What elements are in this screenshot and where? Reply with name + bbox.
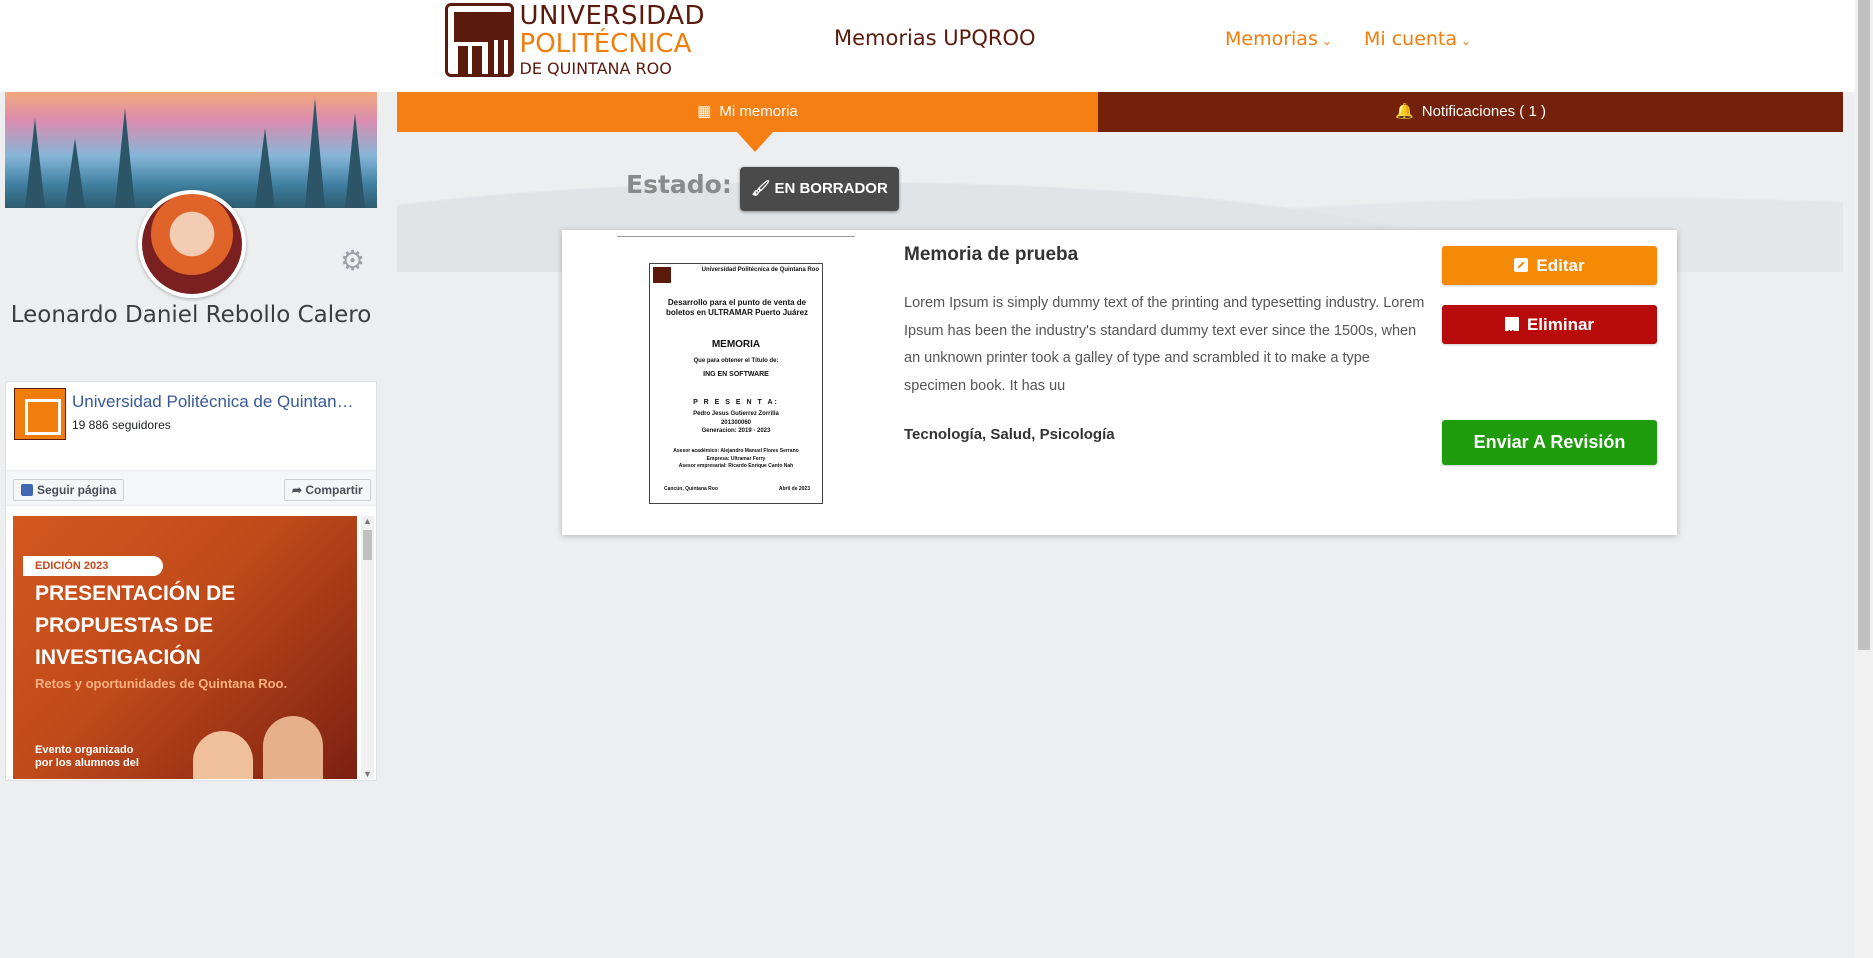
edit-button[interactable]: Editar: [1442, 246, 1657, 285]
avatar[interactable]: [138, 190, 246, 298]
chevron-down-icon: ⌄: [1461, 34, 1472, 48]
post-event-text: Evento organizado por los alumnos del: [35, 744, 139, 769]
document-author-block: Pedro Jesus Gutierrez Zorrilla 201300060…: [650, 410, 822, 436]
user-name: Leonardo Daniel Rebollo Calero: [10, 302, 372, 328]
chevron-down-icon: ⌄: [1321, 34, 1332, 48]
post-headline: PRESENTACIÓN DE PROPUESTAS DE INVESTIGAC…: [35, 582, 236, 669]
post-person-image: [263, 716, 323, 779]
share-icon: ➦: [292, 483, 306, 497]
facebook-followers-count: 19 886 seguidores: [72, 418, 171, 432]
main-tabs: ▦ Mi memoria 🔔 Notificaciones ( 1 ): [397, 92, 1843, 152]
document-advisor-academic: Asesor académico: Alejandro Manuel Flore…: [673, 448, 799, 454]
memory-card: Universidad Politécnica de Quintana Roo …: [562, 230, 1677, 535]
status-badge: 🖌 EN BORRADOR: [740, 167, 899, 211]
share-button[interactable]: ➦ Compartir: [284, 479, 371, 501]
divider: [617, 236, 855, 237]
delete-file-icon: [1504, 314, 1519, 353]
tab-mi-memoria-label: Mi memoria: [719, 103, 798, 120]
university-logo-mark: [445, 3, 514, 77]
post-badge: EDICIÓN 2023: [23, 556, 163, 576]
document-generation: Generacion: 2019 - 2023: [701, 428, 771, 435]
facebook-action-bar: Seguir página ➦ Compartir: [6, 470, 376, 506]
document-advisor-business: Asesor empresarial: Ricardo Enrique Cant…: [678, 463, 794, 469]
edit-button-label: Editar: [1536, 256, 1585, 275]
facebook-page-name[interactable]: Universidad Politécnica de Quintana Roo: [72, 392, 362, 412]
memory-tags: Tecnología, Salud, Psicología: [904, 426, 1115, 443]
site-title[interactable]: Memorias UPQROO: [834, 26, 1036, 50]
tab-notificaciones[interactable]: 🔔 Notificaciones ( 1 ): [1098, 92, 1843, 132]
logo-line-2: POLITÉCNICA: [519, 29, 692, 59]
state-label: Estado:: [626, 170, 732, 199]
university-logo-text: UNIVERSIDAD POLITÉCNICA DE QUINTANA ROO: [520, 3, 705, 77]
memory-description: Lorem Ipsum is simply dummy text of the …: [904, 295, 1425, 394]
delete-button[interactable]: Eliminar: [1442, 305, 1657, 353]
facebook-icon: [21, 484, 33, 496]
document-icon: ▦: [697, 103, 712, 120]
nav-memorias-dropdown[interactable]: Memorias ⌄: [1225, 28, 1332, 50]
follow-page-label: Seguir página: [37, 483, 117, 497]
nav-memorias-label: Memorias: [1225, 28, 1318, 50]
document-advisors: Asesor académico: Alejandro Manuel Flore…: [650, 448, 822, 471]
memory-title: Memoria de prueba: [904, 244, 1079, 265]
scrollbar-thumb[interactable]: [363, 530, 372, 560]
document-id: 201300060: [720, 419, 752, 426]
top-header: UNIVERSIDAD POLITÉCNICA DE QUINTANA ROO …: [0, 0, 1855, 92]
follow-page-button[interactable]: Seguir página: [13, 479, 125, 501]
document-preview[interactable]: Universidad Politécnica de Quintana Roo …: [649, 263, 823, 504]
edit-icon: [1514, 258, 1529, 272]
nav-mi-cuenta-label: Mi cuenta: [1364, 28, 1458, 50]
document-degree: ING EN SOFTWARE: [703, 371, 769, 378]
bell-icon: 🔔: [1395, 103, 1414, 120]
profile-sidebar: ⚙ Leonardo Daniel Rebollo Calero Univers…: [5, 92, 377, 782]
facebook-page-widget: Universidad Politécnica de Quintana Roo …: [5, 381, 377, 781]
delete-button-label: Eliminar: [1526, 315, 1595, 334]
post-subtitle: Retos y oportunidades de Quintana Roo.: [35, 676, 288, 691]
facebook-page-header: Universidad Politécnica de Quintana Roo …: [14, 388, 370, 448]
page-scrollbar-thumb[interactable]: [1858, 0, 1870, 650]
document-date: Abril de 2023: [778, 486, 810, 492]
facebook-post-image[interactable]: EDICIÓN 2023 PRESENTACIÓN DE PROPUESTAS …: [13, 516, 357, 779]
document-que-para: Que para obtener el Título de:: [693, 358, 779, 364]
share-label: Compartir: [305, 483, 363, 497]
document-place: Cancún, Quintana Roo: [664, 486, 718, 492]
page-scrollbar[interactable]: [1855, 0, 1873, 958]
logo-line-3: DE QUINTANA ROO: [519, 59, 672, 78]
document-presenta: P R E S E N T A:: [693, 399, 779, 406]
document-header: Universidad Politécnica de Quintana Roo: [701, 267, 819, 273]
scroll-up-arrow-icon[interactable]: ▲: [361, 516, 374, 526]
send-to-review-button[interactable]: Enviar A Revisión: [1442, 420, 1657, 465]
facebook-widget-scrollbar[interactable]: ▲ ▼: [361, 516, 374, 779]
brush-icon: 🖌: [751, 180, 775, 197]
tab-notificaciones-label: Notificaciones ( 1 ): [1421, 103, 1546, 120]
tab-mi-memoria[interactable]: ▦ Mi memoria: [397, 92, 1098, 152]
facebook-page-logo[interactable]: [14, 388, 66, 440]
post-person-image: [193, 731, 253, 779]
gear-icon[interactable]: ⚙: [340, 244, 365, 277]
document-footer: Cancún, Quintana Roo Abril de 2023: [664, 486, 810, 493]
logo-line-1: UNIVERSIDAD: [519, 1, 705, 31]
nav-mi-cuenta-dropdown[interactable]: Mi cuenta ⌄: [1364, 28, 1471, 50]
scroll-down-arrow-icon[interactable]: ▼: [361, 769, 374, 779]
document-title: Desarrollo para el punto de venta de bol…: [665, 298, 809, 318]
document-memoria: MEMORIA: [711, 339, 761, 350]
document-author: Pedro Jesus Gutierrez Zorrilla: [693, 411, 779, 417]
university-logo[interactable]: UNIVERSIDAD POLITÉCNICA DE QUINTANA ROO: [445, 2, 705, 78]
document-company: Empresa: Ultramar Ferry: [706, 455, 766, 462]
status-value: EN BORRADOR: [774, 180, 888, 197]
